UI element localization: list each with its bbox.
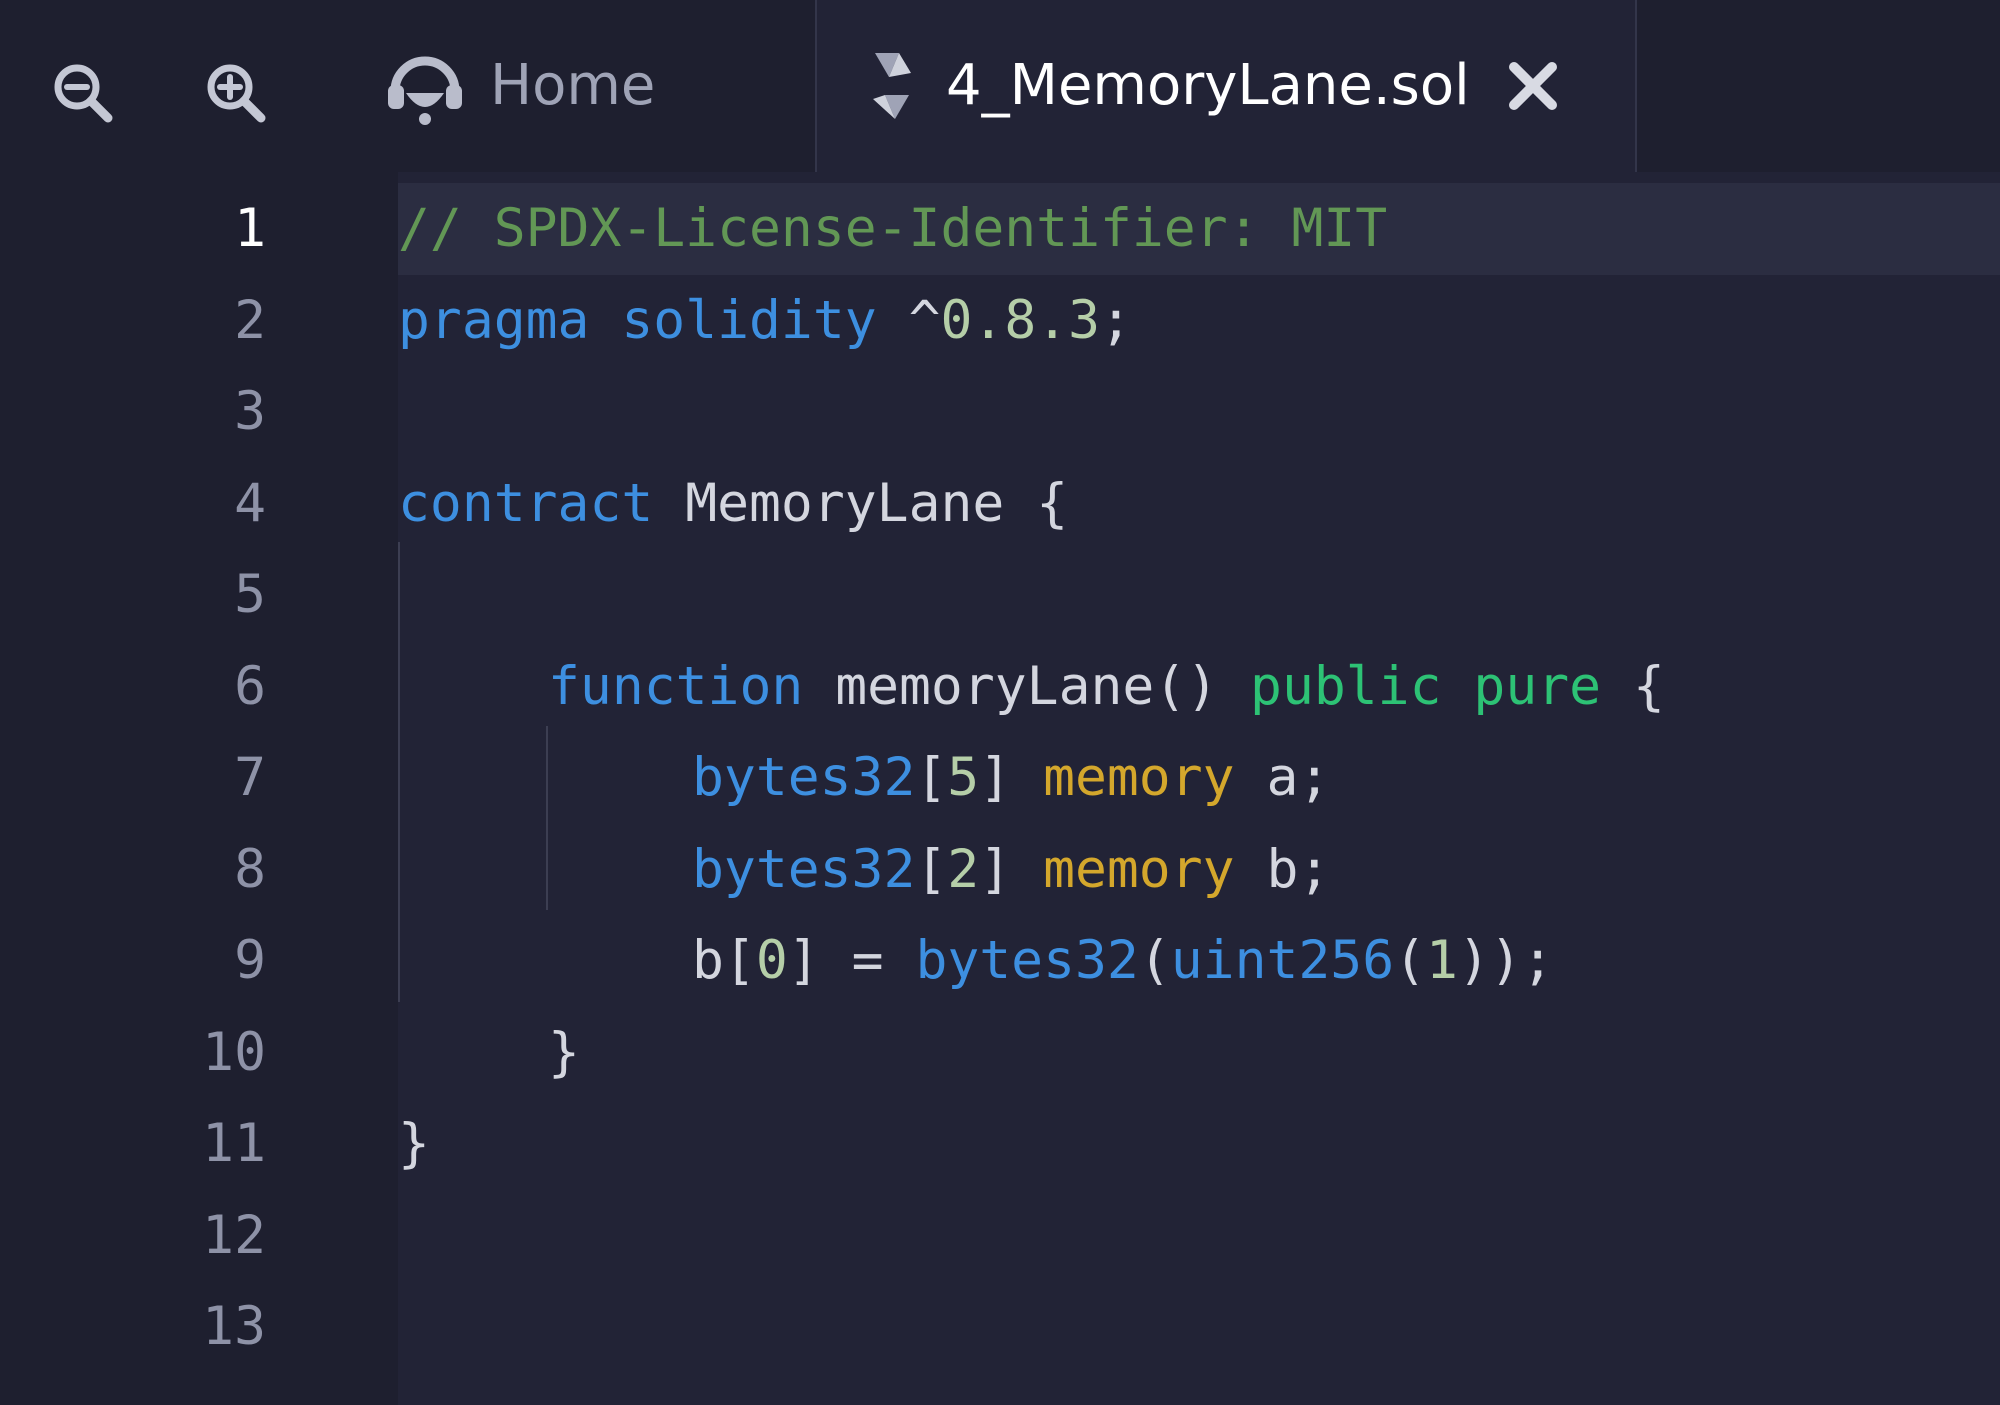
punctuation-token: }	[548, 1022, 580, 1083]
line-number: 2	[234, 290, 266, 351]
punctuation-token: ]	[787, 930, 820, 991]
number-token: 2	[947, 839, 980, 900]
line-number: 7	[234, 747, 266, 808]
indent-guide	[546, 726, 548, 910]
number-token: 5	[947, 747, 980, 808]
code-line[interactable]: bytes32[5] memory a;	[692, 732, 1330, 824]
close-tab-button[interactable]	[1498, 51, 1568, 121]
tab-home-label: Home	[490, 53, 656, 118]
identifier-token: memoryLane()	[835, 656, 1219, 717]
punctuation-token: [	[723, 930, 756, 991]
keyword-token: pragma	[398, 290, 590, 351]
editor-tab-bar: Home 4_MemoryLane.sol	[0, 0, 2000, 172]
type-token: bytes32	[692, 747, 916, 808]
storage-token: memory	[1043, 747, 1235, 808]
number-token: 0.8.3	[940, 290, 1101, 351]
punctuation-token: ));	[1457, 930, 1554, 991]
operator-token: ^	[908, 290, 941, 351]
punctuation-token: {	[1036, 473, 1069, 534]
punctuation-token: ]	[979, 839, 1012, 900]
code-line[interactable]: pragma solidity ^0.8.3;	[398, 275, 1132, 367]
comment-token: // SPDX-License-Identifier: MIT	[398, 198, 1388, 259]
modifier-token: pure	[1473, 656, 1602, 717]
line-number: 10	[202, 1022, 266, 1083]
remix-logo-icon	[380, 41, 470, 131]
type-token: bytes32	[692, 839, 916, 900]
number-token: 1	[1426, 930, 1458, 991]
zoom-in-button[interactable]	[191, 48, 281, 138]
tab-file-label: 4_MemoryLane.sol	[946, 53, 1470, 118]
line-number: 11	[202, 1113, 266, 1174]
punctuation-token: ]	[979, 747, 1012, 808]
modifier-token: public	[1250, 656, 1442, 717]
code-line[interactable]: // SPDX-License-Identifier: MIT	[398, 183, 1387, 275]
number-token: 0	[755, 930, 788, 991]
code-line[interactable]: }	[398, 1098, 430, 1190]
code-line[interactable]: b[0] = bytes32(uint256(1));	[692, 915, 1554, 1007]
line-number: 4	[234, 473, 266, 534]
code-line[interactable]: }	[548, 1007, 580, 1099]
punctuation-token: }	[398, 1113, 430, 1174]
punctuation-token: (	[1138, 930, 1171, 991]
type-token: uint256	[1170, 930, 1395, 991]
indent-guide	[398, 542, 400, 1002]
identifier-token: b	[692, 930, 724, 991]
line-number: 5	[234, 564, 266, 625]
line-number: 12	[202, 1205, 266, 1266]
keyword-token: function	[548, 656, 804, 717]
keyword-token: contract	[398, 473, 654, 534]
line-number: 9	[234, 930, 266, 991]
type-token: bytes32	[915, 930, 1139, 991]
line-number: 8	[234, 839, 266, 900]
tab-home[interactable]: Home	[375, 0, 817, 172]
identifier-token: b;	[1266, 839, 1331, 900]
code-editor[interactable]: 1 2 3 4 5 6 7 8 9 10 11 12 13 // SPDX-Li…	[0, 172, 2000, 1405]
zoom-out-icon	[54, 64, 113, 123]
line-number: 3	[234, 381, 266, 442]
operator-token: =	[851, 930, 884, 991]
punctuation-token: {	[1632, 656, 1665, 717]
tab-file-memorylane[interactable]: 4_MemoryLane.sol	[817, 0, 1637, 172]
punctuation-token: [	[915, 839, 948, 900]
code-line[interactable]: bytes32[2] memory b;	[692, 824, 1330, 916]
zoom-in-icon	[207, 64, 266, 123]
identifier-token: MemoryLane	[685, 473, 1005, 534]
storage-token: memory	[1043, 839, 1235, 900]
punctuation-token: [	[915, 747, 948, 808]
line-number: 1	[234, 198, 266, 259]
code-line[interactable]: function memoryLane() public pure {	[548, 641, 1665, 733]
close-icon	[1508, 62, 1557, 110]
zoom-out-button[interactable]	[38, 48, 128, 138]
keyword-token: solidity	[621, 290, 877, 351]
line-number: 6	[234, 656, 266, 717]
code-line[interactable]: contract MemoryLane {	[398, 458, 1068, 550]
solidity-icon	[862, 46, 922, 126]
identifier-token: a;	[1266, 747, 1331, 808]
punctuation-token: ;	[1100, 290, 1132, 351]
punctuation-token: (	[1394, 930, 1427, 991]
line-number: 13	[202, 1296, 266, 1357]
